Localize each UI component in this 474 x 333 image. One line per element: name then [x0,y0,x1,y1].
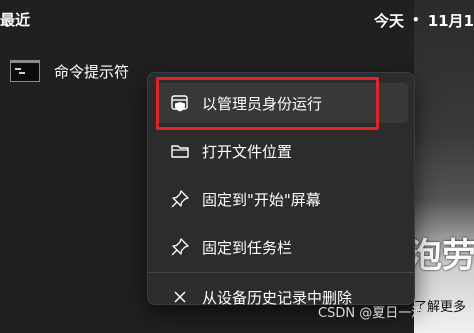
menu-item-pin-to-start[interactable]: 固定到"开始"屏幕 [156,179,408,219]
menu-item-label: 打开文件位置 [202,142,293,161]
date-prefix: 今天 [374,11,405,30]
recent-item-command-prompt[interactable]: 命令提示符 [10,58,129,84]
menu-item-pin-to-taskbar[interactable]: 固定到任务栏 [156,227,408,267]
watermark: CSDN @夏日一派 [318,306,425,321]
highlight-annotation-box [156,77,379,130]
date-header: 今天 • 11月1 [374,8,474,32]
recent-item-label: 命令提示符 [54,62,130,81]
menu-item-open-file-location[interactable]: 打开文件位置 [156,131,408,171]
background-image [414,0,474,333]
date-text: 11月1 [427,11,474,30]
close-icon [170,287,190,307]
pin-icon [170,189,190,209]
date-separator: • [412,13,420,27]
section-title-recent: 最近 [0,11,31,29]
menu-divider [148,272,414,273]
pin-icon [170,237,190,257]
command-prompt-icon [10,60,40,82]
menu-item-label: 固定到任务栏 [202,238,293,257]
menu-item-label: 固定到"开始"屏幕 [202,190,321,209]
background-headline: 泡劳征 [408,236,474,276]
folder-icon [170,141,190,161]
